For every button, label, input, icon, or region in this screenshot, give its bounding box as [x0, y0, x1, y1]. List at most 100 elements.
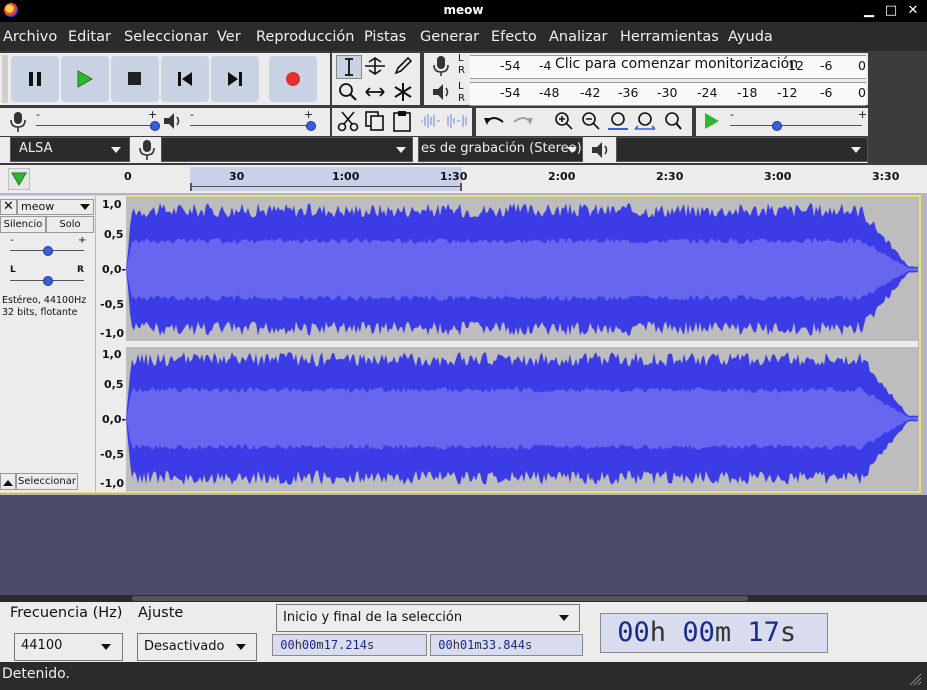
- menu-analizar[interactable]: Analizar: [549, 29, 608, 45]
- play-volume-thumb[interactable]: [306, 121, 316, 131]
- menu-archivo[interactable]: Archivo: [3, 29, 57, 45]
- skip-end-button[interactable]: [211, 56, 259, 102]
- play-tick: -54: [500, 85, 521, 100]
- pause-button[interactable]: [11, 56, 59, 102]
- play-icon: [77, 70, 93, 88]
- selection-end-time[interactable]: 00h01m33.844s: [430, 634, 583, 656]
- play-volume-slider[interactable]: [190, 125, 310, 126]
- track-info: Estéreo, 44100Hz 32 bits, flotante: [2, 295, 86, 319]
- monitor-prompt[interactable]: Clic para comenzar monitorización: [552, 56, 802, 72]
- collapse-track-button[interactable]: [0, 473, 16, 490]
- speed-slider[interactable]: [730, 125, 862, 126]
- menu-efecto[interactable]: Efecto: [491, 29, 537, 45]
- zoom-in-icon: [555, 112, 573, 130]
- menu-herramientas[interactable]: Herramientas: [620, 29, 719, 45]
- skip-start-button[interactable]: [161, 56, 209, 102]
- selection-tool[interactable]: [336, 55, 362, 79]
- selection-bar[interactable]: [190, 183, 462, 191]
- status-text: Detenido.: [2, 666, 70, 682]
- rec-meter-channels: LR: [458, 53, 465, 76]
- close-button[interactable]: ✕: [904, 2, 922, 20]
- horizontal-scrollbar[interactable]: [0, 595, 927, 602]
- play-meter-channels: LR: [458, 81, 465, 104]
- rec-tick: -54: [500, 58, 521, 73]
- chevron-down-icon: [80, 204, 90, 210]
- audio-position-time[interactable]: 00h 00m 17s: [600, 613, 828, 653]
- project-rate-select[interactable]: 44100: [14, 633, 123, 661]
- multi-tool[interactable]: [391, 81, 415, 103]
- audio-host-select[interactable]: ALSA: [10, 137, 130, 162]
- rec-volume-slider[interactable]: [36, 125, 154, 126]
- toolbar-grip[interactable]: [2, 55, 8, 103]
- menu-seleccionar[interactable]: Seleccionar: [124, 29, 208, 45]
- fit-selection-button[interactable]: [606, 110, 630, 132]
- play-tick: 0: [858, 85, 866, 100]
- playback-device-select[interactable]: [616, 137, 868, 162]
- play-button[interactable]: [61, 56, 109, 102]
- play-at-speed-button[interactable]: [700, 110, 724, 132]
- scale-label: 0,5: [104, 378, 124, 391]
- pan-thumb[interactable]: [43, 276, 53, 286]
- snap-select[interactable]: Desactivado: [137, 633, 257, 661]
- selection-start-time[interactable]: 00h00m17.214s: [272, 634, 427, 656]
- speaker-meter-icon[interactable]: [431, 82, 453, 106]
- rec-tick: -4: [539, 58, 552, 73]
- pinned-play-head-button[interactable]: [7, 167, 31, 194]
- copy-button[interactable]: [363, 110, 387, 132]
- mute-button[interactable]: Silencio: [0, 216, 46, 233]
- rec-volume-thumb[interactable]: [150, 121, 160, 131]
- zoom-toggle-button[interactable]: [660, 110, 684, 132]
- stop-button[interactable]: [111, 56, 159, 102]
- timeline-tick: 3:30: [872, 170, 900, 183]
- timeshift-tool[interactable]: [363, 81, 387, 103]
- scrollbar-thumb[interactable]: [132, 596, 748, 601]
- trim-button[interactable]: [418, 110, 442, 132]
- trim-audio-icon: [421, 114, 440, 128]
- track-close-button[interactable]: ✕: [0, 199, 17, 215]
- pan-left-label: L: [10, 265, 16, 275]
- fit-project-button[interactable]: [633, 110, 657, 132]
- scale-label: -0,5: [100, 298, 125, 311]
- resize-grip-icon[interactable]: [908, 672, 922, 686]
- record-button[interactable]: [269, 56, 317, 102]
- select-track-button[interactable]: Seleccionar: [16, 473, 78, 490]
- zoom-in-button[interactable]: [552, 110, 576, 132]
- minimize-button[interactable]: ▁: [860, 2, 878, 20]
- recording-device-select[interactable]: [161, 137, 413, 162]
- mic-meter-icon[interactable]: [431, 55, 451, 81]
- zoom-tool[interactable]: [336, 81, 360, 103]
- menu-pistas[interactable]: Pistas: [364, 29, 406, 45]
- gain-thumb[interactable]: [43, 246, 53, 256]
- play-tick: -12: [777, 85, 798, 100]
- redo-button[interactable]: [510, 110, 534, 132]
- scale-label: 0,0-: [102, 413, 127, 426]
- silence-button[interactable]: [445, 110, 469, 132]
- speaker-icon: [164, 113, 180, 129]
- maximize-button[interactable]: □: [882, 2, 900, 20]
- chevron-down-icon: [236, 644, 246, 650]
- recording-channels-select[interactable]: es de grabación (Stereo): [418, 137, 583, 162]
- menu-ayuda[interactable]: Ayuda: [728, 29, 773, 45]
- waveform-right-channel[interactable]: [126, 347, 918, 490]
- menu-reproduccion[interactable]: Reproducción: [256, 29, 355, 45]
- solo-button[interactable]: Solo: [46, 216, 94, 233]
- waveform-left-channel[interactable]: [126, 198, 918, 341]
- skip-end-icon: [228, 72, 242, 86]
- menu-ver[interactable]: Ver: [217, 29, 241, 45]
- undo-button[interactable]: [483, 110, 507, 132]
- empty-track-space[interactable]: [0, 495, 927, 595]
- waveform-right: [126, 352, 918, 485]
- draw-tool[interactable]: [391, 55, 415, 77]
- scale-label: -1,0: [100, 327, 125, 340]
- zoom-out-button[interactable]: [579, 110, 603, 132]
- cut-button[interactable]: [336, 110, 360, 132]
- envelope-tool[interactable]: [363, 55, 387, 77]
- asterisk-icon: [394, 83, 412, 101]
- menu-generar[interactable]: Generar: [420, 29, 479, 45]
- speaker-icon: [592, 142, 608, 158]
- track-menu-button[interactable]: meow: [17, 199, 94, 215]
- selection-mode-select[interactable]: Inicio y final de la selección: [276, 604, 580, 632]
- paste-button[interactable]: [390, 110, 414, 132]
- track-name: meow: [21, 200, 55, 213]
- menu-editar[interactable]: Editar: [68, 29, 111, 45]
